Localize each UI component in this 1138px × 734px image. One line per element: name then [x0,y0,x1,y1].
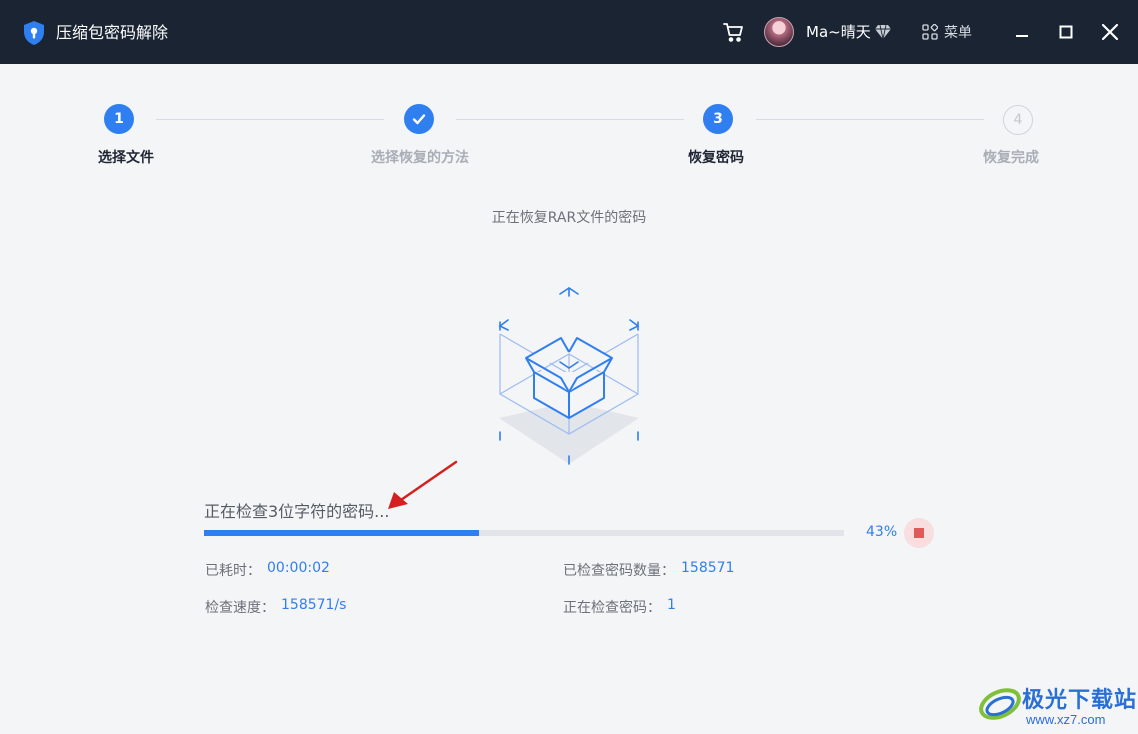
app-title: 压缩包密码解除 [56,23,169,42]
grid-icon [922,24,938,40]
current-password-label: 正在检查密码： [563,600,661,616]
step-3-circle: 3 [703,104,733,134]
stop-button[interactable] [904,518,934,548]
watermark-url: www.xz7.com [1026,712,1106,727]
maximize-icon[interactable] [1056,20,1076,44]
step-2-circle [404,104,434,134]
step-connector [756,119,984,120]
status-text: 正在检查3位字符的密码... [204,502,390,521]
speed-value: 158571/s [281,597,347,613]
menu-button[interactable]: 菜单 [922,20,972,44]
speed-label: 检查速度： [205,600,275,616]
checked-count-label: 已检查密码数量： [563,563,675,579]
annotation-arrow-icon [388,460,458,509]
step-4-label: 恢复完成 [983,150,1039,166]
step-connector [456,119,684,120]
step-4-circle: 4 [1003,105,1033,135]
checked-count-value: 158571 [681,560,735,576]
username[interactable]: Ma~晴天 [806,21,871,43]
stop-icon [914,528,924,538]
elapsed-label: 已耗时： [205,563,261,579]
cart-icon[interactable] [722,20,746,44]
recovery-subtitle: 正在恢复RAR文件的密码 [491,210,647,226]
step-3-label: 恢复密码 [688,150,744,166]
avatar[interactable] [764,17,794,47]
shield-lock-icon [24,21,44,45]
minimize-icon[interactable] [1012,20,1032,44]
step-1-circle: 1 [104,104,134,134]
step-2-label: 选择恢复的方法 [371,150,469,166]
close-icon[interactable] [1100,20,1120,44]
current-password-value: 1 [667,597,676,613]
progress-bar [204,530,844,536]
menu-label: 菜单 [944,25,972,41]
diamond-icon [875,24,891,40]
title-bar: 压缩包密码解除 Ma~晴天 菜单 [0,0,1138,64]
checkmark-icon [412,114,426,125]
step-1-label: 选择文件 [98,150,154,166]
elapsed-value: 00:00:02 [267,560,330,576]
progress-percent: 43% [866,524,898,540]
watermark-title: 极光下载站 [1022,688,1138,713]
step-connector [156,119,384,120]
progress-fill [204,530,480,536]
box-illustration-icon [498,287,640,465]
